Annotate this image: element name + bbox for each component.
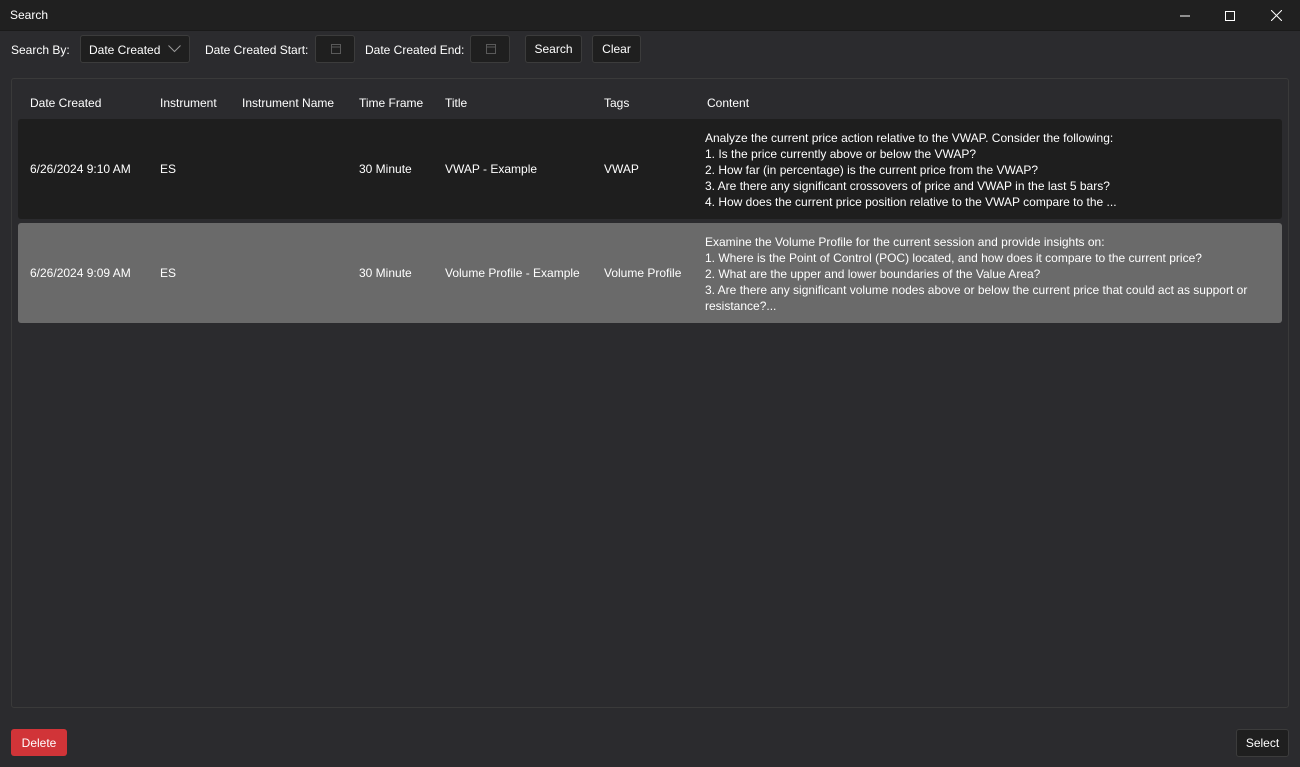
maximize-button[interactable]	[1207, 0, 1253, 31]
column-header-content[interactable]: Content	[707, 96, 749, 110]
minimize-button[interactable]	[1162, 0, 1208, 31]
column-header-title[interactable]: Title	[445, 96, 467, 110]
cell-time-frame: 30 Minute	[359, 162, 412, 176]
cell-title: VWAP - Example	[445, 162, 538, 176]
cell-date-created: 6/26/2024 9:10 AM	[30, 162, 131, 176]
calendar-icon	[486, 44, 496, 54]
cell-date-created: 6/26/2024 9:09 AM	[30, 266, 131, 280]
start-date-picker[interactable]	[315, 35, 355, 63]
column-header-date-created[interactable]: Date Created	[30, 96, 101, 110]
delete-button[interactable]: Delete	[11, 729, 67, 756]
cell-content: Analyze the current price action relativ…	[705, 131, 1117, 209]
minimize-icon	[1180, 15, 1190, 16]
cell-tags: VWAP	[604, 162, 639, 176]
cell-time-frame: 30 Minute	[359, 266, 412, 280]
cell-instrument: ES	[160, 266, 177, 280]
clear-button[interactable]: Clear	[592, 35, 641, 63]
cell-title: Volume Profile - Example	[445, 266, 580, 280]
window-title: Search	[10, 8, 49, 22]
search-button[interactable]: Search	[525, 35, 582, 63]
title-bar: Search	[0, 0, 1300, 31]
cell-tags: Volume Profile	[604, 266, 682, 280]
column-header-time-frame[interactable]: Time Frame	[359, 96, 423, 110]
table-row[interactable]: 6/26/2024 9:10 AM ES 30 Minute VWAP - Ex…	[18, 119, 1282, 219]
search-by-value: Date Created	[89, 43, 161, 57]
start-date-label: Date Created Start:	[205, 43, 309, 57]
close-button[interactable]	[1253, 0, 1299, 31]
close-icon	[1270, 10, 1282, 21]
search-window: Search Search By: Date Created Date Crea…	[0, 0, 1300, 767]
grid-header: Date Created Instrument Instrument Name …	[12, 79, 1288, 119]
maximize-icon	[1225, 10, 1235, 21]
column-header-instrument[interactable]: Instrument	[160, 96, 217, 110]
search-by-dropdown[interactable]: Date Created	[80, 35, 190, 63]
cell-instrument: ES	[160, 162, 177, 176]
end-date-label: Date Created End:	[365, 43, 465, 57]
search-toolbar: Search By: Date Created Date Created Sta…	[0, 31, 1300, 69]
search-by-label: Search By:	[11, 43, 70, 57]
select-button[interactable]: Select	[1236, 729, 1289, 757]
end-date-picker[interactable]	[470, 35, 510, 63]
column-header-tags[interactable]: Tags	[604, 96, 629, 110]
column-header-instrument-name[interactable]: Instrument Name	[242, 96, 334, 110]
cell-content: Examine the Volume Profile for the curre…	[705, 235, 1248, 313]
calendar-icon	[331, 44, 341, 54]
chevron-down-icon	[168, 45, 181, 53]
results-grid: Date Created Instrument Instrument Name …	[11, 78, 1289, 708]
table-row-selected[interactable]: 6/26/2024 9:09 AM ES 30 Minute Volume Pr…	[18, 223, 1282, 323]
